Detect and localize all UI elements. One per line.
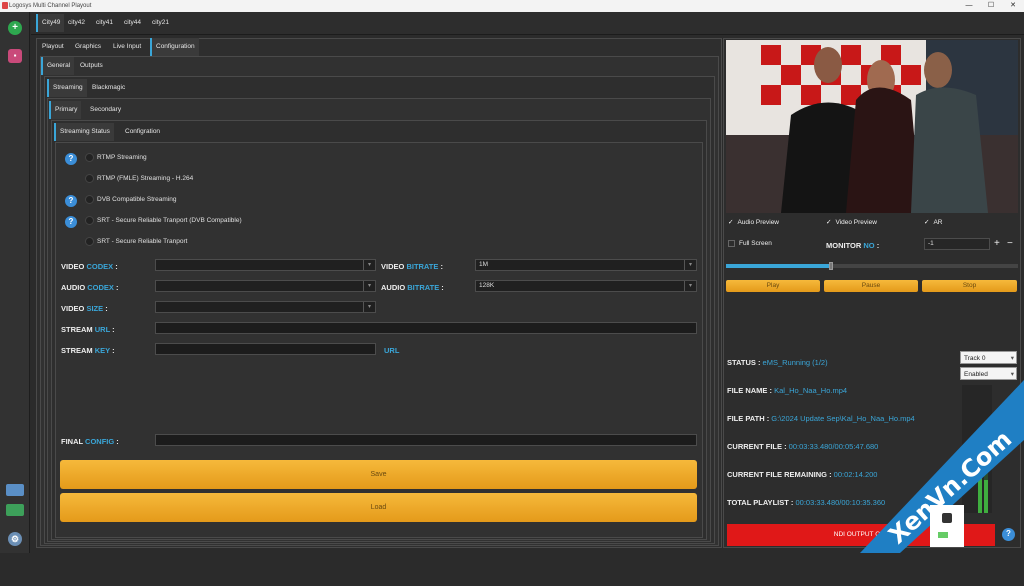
video-preview-checkbox[interactable]: ✓ Video Preview (826, 218, 877, 226)
url-link[interactable]: URL (384, 346, 399, 355)
video-codex-select[interactable]: ▾ (155, 259, 376, 271)
monitor-number-input[interactable]: -1 (924, 238, 990, 250)
status-line: STATUS : eMS_Running (1/2) (727, 358, 828, 367)
close-button[interactable]: ✕ (1002, 0, 1024, 12)
dvb-label: DVB Compatible Streaming (97, 196, 177, 203)
stream-url-input[interactable] (155, 322, 697, 334)
audio-bitrate-select[interactable]: 128K ▾ (475, 280, 697, 292)
playback-progress[interactable] (726, 262, 1018, 270)
play-button[interactable]: Play (726, 280, 820, 292)
tab-graphics[interactable]: Graphics (71, 38, 105, 56)
monitor-label: MONITOR NO : (826, 241, 880, 250)
chevron-down-icon: ▾ (363, 260, 375, 270)
chevron-down-icon: ▾ (684, 281, 696, 291)
help-icon[interactable]: ? (65, 195, 77, 207)
tab-outputs[interactable]: Outputs (76, 57, 107, 75)
tab-blackmagic[interactable]: Blackmagic (88, 79, 129, 97)
dvb-radio[interactable] (85, 195, 94, 204)
ndi-icon[interactable] (6, 504, 24, 516)
tab-playout[interactable]: Playout (38, 38, 68, 56)
tab-general[interactable]: General (41, 57, 75, 75)
minimize-button[interactable]: — (958, 0, 980, 12)
tab-streaming-status[interactable]: Streaming Status (54, 123, 114, 141)
rtmp-radio[interactable] (85, 153, 94, 162)
help-icon[interactable]: ? (65, 216, 77, 228)
chevron-down-icon: ▾ (1010, 355, 1014, 362)
final-config-input[interactable] (155, 434, 697, 446)
video-size-select[interactable]: ▾ (155, 301, 376, 313)
decrement-button[interactable]: − (1007, 238, 1013, 249)
tab-live-input[interactable]: Live Input (109, 38, 145, 56)
add-channel-icon[interactable]: + (8, 21, 22, 35)
video-preview (726, 40, 1018, 213)
app-icon (2, 2, 8, 9)
video-bitrate-label: VIDEO BITRATE : (381, 262, 443, 271)
title-bar: Logosys Multi Channel Playout — ☐ ✕ (0, 0, 1024, 12)
srt-label: SRT - Secure Reliable Tranport (97, 238, 188, 245)
tab-city44[interactable]: city44 (120, 14, 145, 32)
video-codex-label: VIDEO CODEX : (61, 262, 118, 271)
progress-fill (726, 264, 832, 268)
audio-preview-checkbox[interactable]: ✓ Audio Preview (728, 218, 779, 226)
audio-codex-select[interactable]: ▾ (155, 280, 376, 292)
final-config-label: FINAL CONFIG : (61, 437, 119, 446)
progress-handle[interactable] (829, 262, 834, 270)
remaining-line: CURRENT FILE REMAINING : 00:02:14.200 (727, 470, 878, 479)
current-file-line: CURRENT FILE : 00:03:33.480/00:05:47.680 (727, 442, 879, 451)
srt-dvb-radio[interactable] (85, 216, 94, 225)
srt-radio[interactable] (85, 237, 94, 246)
delete-channel-icon[interactable]: ▪ (8, 49, 22, 63)
left-toolbar: + ▪ ⚙ (0, 12, 30, 553)
full-screen-checkbox[interactable]: Full Screen (728, 240, 772, 247)
tab-configration[interactable]: Configration (121, 123, 164, 141)
load-button[interactable]: Load (60, 493, 697, 522)
camera-icon[interactable] (6, 484, 24, 496)
tab-city42[interactable]: city42 (64, 14, 89, 32)
increment-button[interactable]: + (994, 238, 1000, 249)
ar-checkbox[interactable]: ✓ AR (924, 218, 942, 226)
stream-url-label: STREAM URL : (61, 325, 115, 334)
tab-configuration[interactable]: Configuration (150, 38, 199, 56)
settings-icon[interactable]: ⚙ (8, 532, 22, 546)
chevron-down-icon: ▾ (363, 281, 375, 291)
audio-bitrate-label: AUDIO BITRATE : (381, 283, 444, 292)
stop-button[interactable]: Stop (922, 280, 1017, 292)
tab-streaming[interactable]: Streaming (47, 79, 87, 97)
rtmp-fmle-label: RTMP (FMLE) Streaming - H.264 (97, 175, 194, 182)
channel-tabs: City49 city42 city41 city44 city21 (31, 12, 1024, 35)
tab-primary[interactable]: Primary (49, 101, 82, 119)
stream-key-input[interactable] (155, 343, 376, 355)
pause-button[interactable]: Pause (824, 280, 918, 292)
help-icon[interactable]: ? (65, 153, 77, 165)
video-size-label: VIDEO SIZE : (61, 304, 108, 313)
tab-city49[interactable]: City49 (36, 14, 65, 32)
window-title: Logosys Multi Channel Playout (9, 3, 92, 9)
maximize-button[interactable]: ☐ (980, 0, 1002, 12)
save-button[interactable]: Save (60, 460, 697, 489)
video-frame (726, 40, 1018, 213)
track-select[interactable]: Track 0 ▾ (960, 351, 1017, 364)
rtmp-fmle-radio[interactable] (85, 174, 94, 183)
rtmp-label: RTMP Streaming (97, 154, 147, 161)
stream-key-label: STREAM KEY : (61, 346, 115, 355)
chevron-down-icon: ▾ (363, 302, 375, 312)
tab-city41[interactable]: city41 (92, 14, 117, 32)
chevron-down-icon: ▾ (684, 260, 696, 270)
enabled-select[interactable]: Enabled ▾ (960, 367, 1017, 380)
file-name-line: FILE NAME : Kal_Ho_Naa_Ho.mp4 (727, 386, 848, 395)
tab-city21[interactable]: city21 (148, 14, 173, 32)
tab-secondary[interactable]: Secondary (86, 101, 125, 119)
video-bitrate-select[interactable]: 1M ▾ (475, 259, 697, 271)
audio-codex-label: AUDIO CODEX : (61, 283, 119, 292)
srt-dvb-label: SRT - Secure Reliable Tranport (DVB Comp… (97, 217, 242, 224)
watermark-logo: XenVn.Com (860, 380, 1024, 553)
